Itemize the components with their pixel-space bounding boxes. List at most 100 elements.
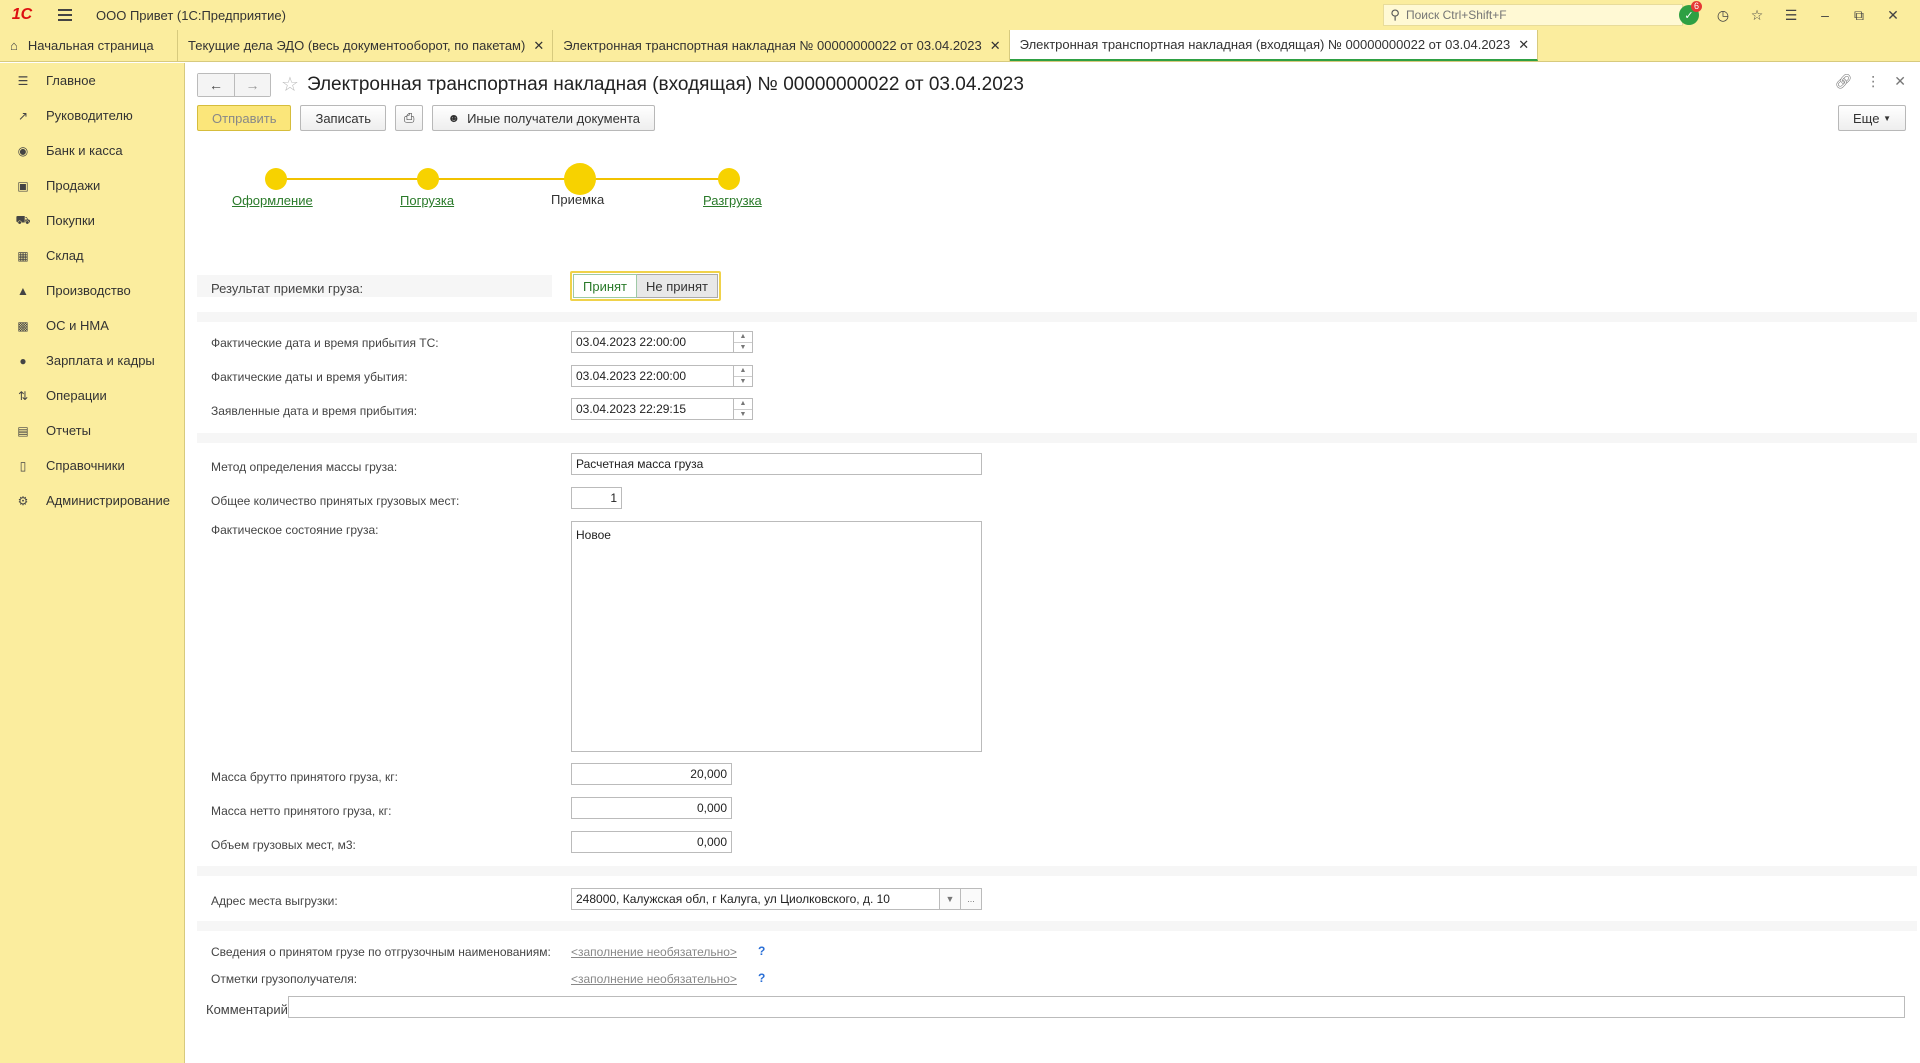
sidebar-item-bank[interactable]: ◉ Банк и касса bbox=[0, 133, 184, 168]
sidebar-item-manager[interactable]: ↗ Руководителю bbox=[0, 98, 184, 133]
print-button[interactable]: ⎙ bbox=[395, 105, 424, 131]
sidebar-item-warehouse[interactable]: ▦ Склад bbox=[0, 238, 184, 273]
places-count-field[interactable]: 1 bbox=[571, 487, 622, 509]
datetime-spinner[interactable]: ▲ ▼ bbox=[733, 365, 753, 387]
tab-waybill[interactable]: Электронная транспортная накладная № 000… bbox=[553, 30, 1010, 61]
sidebar-item-assets[interactable]: ▩ ОС и НМА bbox=[0, 308, 184, 343]
search-input[interactable] bbox=[1406, 8, 1666, 22]
field-value: 03.04.2023 22:00:00 bbox=[576, 335, 687, 349]
document-header: ← → ☆ Электронная транспортная накладная… bbox=[197, 72, 1024, 97]
select-ellipsis-button[interactable]: ... bbox=[960, 888, 982, 910]
sidebar-item-catalogs[interactable]: ▯ Справочники bbox=[0, 448, 184, 483]
minimize-icon[interactable]: – bbox=[1808, 0, 1842, 30]
cargo-state-label: Фактическое состояние груза: bbox=[211, 523, 379, 537]
users-icon: ☻ bbox=[447, 111, 461, 125]
cargo-state-textarea[interactable]: Новое bbox=[571, 521, 982, 752]
sidebar-item-salary[interactable]: ● Зарплата и кадры bbox=[0, 343, 184, 378]
sidebar-item-admin[interactable]: ⚙ Администрирование bbox=[0, 483, 184, 518]
title-bar-icons: ✓ 6 ◷ ☆ ☰ – ⧉ ✕ bbox=[1672, 0, 1910, 30]
workflow-steps bbox=[198, 155, 798, 225]
places-count-label: Общее количество принятых грузовых мест: bbox=[211, 494, 460, 508]
step-dot-loading[interactable] bbox=[417, 168, 439, 190]
chevron-down-icon: ▼ bbox=[1883, 113, 1891, 123]
close-tab-icon[interactable]: ✕ bbox=[1518, 37, 1529, 53]
dropdown-icon[interactable]: ▼ bbox=[939, 888, 961, 910]
mass-method-label: Метод определения массы груза: bbox=[211, 460, 398, 474]
tab-label: Начальная страница bbox=[27, 38, 154, 53]
close-tab-icon[interactable]: ✕ bbox=[533, 38, 544, 54]
back-arrow-icon[interactable]: ← bbox=[198, 73, 234, 96]
arrival-actual-field[interactable]: 03.04.2023 22:00:00 ▲ ▼ bbox=[571, 331, 753, 353]
tab-edo-current[interactable]: Текущие дела ЭДО (весь документооборот, … bbox=[178, 30, 554, 61]
functions-menu-icon[interactable]: ☰ bbox=[1774, 0, 1808, 30]
tab-bar: ⌂ Начальная страница Текущие дела ЭДО (в… bbox=[0, 30, 1920, 62]
steps-line bbox=[273, 178, 733, 180]
other-recipients-button[interactable]: ☻ Иные получатели документа bbox=[432, 105, 656, 131]
sidebar-item-label: Операции bbox=[46, 388, 107, 403]
tab-label: Электронная транспортная накладная № 000… bbox=[563, 38, 982, 53]
spin-up-icon: ▲ bbox=[739, 367, 747, 375]
unloading-address-field[interactable]: 248000, Калужская обл, г Калуга, ул Циол… bbox=[571, 888, 982, 910]
consignee-marks-link[interactable]: <заполнение необязательно> bbox=[571, 972, 737, 986]
sidebar-item-sales[interactable]: ▣ Продажи bbox=[0, 168, 184, 203]
book-icon: ▯ bbox=[19, 458, 27, 473]
tab-home[interactable]: ⌂ Начальная страница bbox=[0, 30, 178, 61]
help-icon[interactable]: ? bbox=[758, 944, 765, 958]
help-icon[interactable]: ? bbox=[758, 971, 765, 985]
arrival-declared-field[interactable]: 03.04.2023 22:29:15 ▲ ▼ bbox=[571, 398, 753, 420]
link-icon[interactable]: 🔗︎ bbox=[1834, 73, 1852, 90]
search-box[interactable]: ⚲ bbox=[1383, 4, 1683, 26]
close-icon[interactable]: ✕ bbox=[1894, 73, 1906, 90]
step-unloading[interactable]: Разгрузка bbox=[703, 193, 762, 208]
cargo-info-link[interactable]: <заполнение необязательно> bbox=[571, 945, 737, 959]
more-button[interactable]: Еще ▼ bbox=[1838, 105, 1906, 131]
save-button[interactable]: Записать bbox=[300, 105, 387, 131]
coin-icon: ◉ bbox=[17, 143, 29, 158]
mass-method-field[interactable]: Расчетная масса груза bbox=[571, 453, 982, 475]
notifications-badge: 6 bbox=[1690, 1, 1702, 12]
gross-mass-field[interactable]: 20,000 bbox=[571, 763, 732, 785]
main-menu-icon[interactable] bbox=[58, 0, 80, 30]
accepted-option[interactable]: Принят bbox=[573, 274, 638, 298]
app-title: ООО Привет (1С:Предприятие) bbox=[96, 7, 286, 23]
comment-field[interactable] bbox=[288, 996, 1905, 1018]
tab-waybill-incoming[interactable]: Электронная транспортная накладная (вход… bbox=[1009, 30, 1539, 61]
sidebar-item-label: Банк и касса bbox=[46, 143, 123, 158]
favorite-star-icon[interactable]: ☆ bbox=[281, 72, 299, 97]
bar-chart-icon: ▤ bbox=[17, 423, 29, 438]
cargo-info-label: Сведения о принятом грузе по отгрузочным… bbox=[211, 945, 551, 959]
datetime-spinner[interactable]: ▲ ▼ bbox=[733, 331, 753, 353]
section-divider bbox=[197, 866, 1917, 876]
notifications-button[interactable]: ✓ 6 bbox=[1672, 0, 1706, 30]
step-dot-formalization[interactable] bbox=[265, 168, 287, 190]
send-button[interactable]: Отправить bbox=[197, 105, 292, 131]
volume-field[interactable]: 0,000 bbox=[571, 831, 732, 853]
arrival-declared-label: Заявленные дата и время прибытия: bbox=[211, 404, 418, 418]
forward-arrow-icon[interactable]: → bbox=[234, 73, 270, 96]
person-icon: ● bbox=[19, 353, 27, 368]
step-formalization[interactable]: Оформление bbox=[232, 193, 313, 208]
net-mass-field[interactable]: 0,000 bbox=[571, 797, 732, 819]
truck-icon: ▩ bbox=[17, 318, 29, 333]
close-window-icon[interactable]: ✕ bbox=[1876, 0, 1910, 30]
not-accepted-option[interactable]: Не принят bbox=[637, 274, 718, 298]
favorites-icon[interactable]: ☆ bbox=[1740, 0, 1774, 30]
step-dot-unloading[interactable] bbox=[718, 168, 740, 190]
sidebar-item-main[interactable]: ☰ Главное bbox=[0, 63, 184, 98]
restore-icon[interactable]: ⧉ bbox=[1842, 0, 1876, 30]
close-tab-icon[interactable]: ✕ bbox=[990, 38, 1001, 54]
more-vertical-icon[interactable]: ⋮ bbox=[1866, 73, 1880, 90]
cart-icon: ⛟ bbox=[15, 212, 31, 227]
history-icon[interactable]: ◷ bbox=[1706, 0, 1740, 30]
sidebar-item-operations[interactable]: ⇅ Операции bbox=[0, 378, 184, 413]
step-loading[interactable]: Погрузка bbox=[400, 193, 454, 208]
sidebar-item-production[interactable]: ▲ Производство bbox=[0, 273, 184, 308]
field-value: 248000, Калужская обл, г Калуга, ул Циол… bbox=[576, 892, 890, 906]
sidebar-item-purchases[interactable]: ⛟ Покупки bbox=[0, 203, 184, 238]
button-label: Иные получатели документа bbox=[467, 110, 641, 126]
sidebar-item-reports[interactable]: ▤ Отчеты bbox=[0, 413, 184, 448]
departure-actual-field[interactable]: 03.04.2023 22:00:00 ▲ ▼ bbox=[571, 365, 753, 387]
list-icon: ☰ bbox=[17, 73, 29, 88]
datetime-spinner[interactable]: ▲ ▼ bbox=[733, 398, 753, 420]
search-icon: ⚲ bbox=[1390, 7, 1400, 22]
